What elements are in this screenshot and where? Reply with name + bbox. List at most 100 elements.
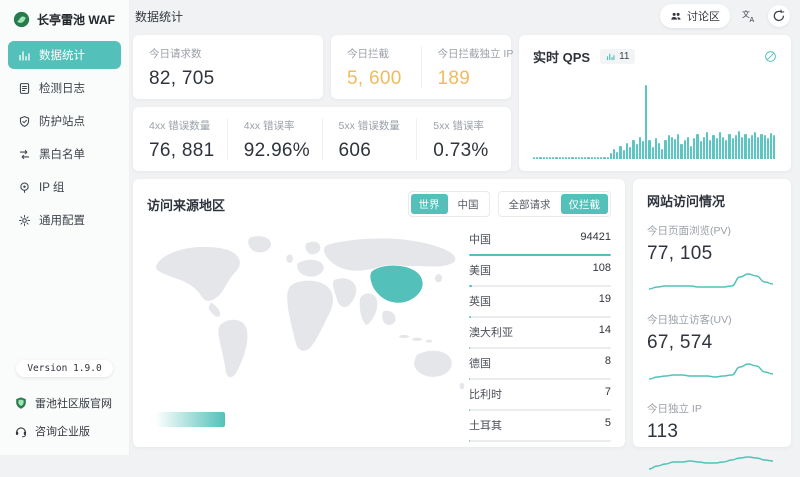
metric-label: 今日页面浏览(PV) (647, 223, 777, 238)
qps-bar (594, 157, 596, 159)
country-bar-fill (469, 316, 471, 318)
sidebar-item-logs[interactable]: 检测日志 (8, 74, 121, 102)
sidebar-item-ip-group[interactable]: IP 组 (8, 173, 121, 201)
country-row-top: 澳大利亚14 (469, 324, 611, 340)
qps-bar (543, 157, 545, 159)
gear-icon (18, 214, 31, 227)
country-value: 19 (599, 293, 611, 309)
logout-icon[interactable] (768, 5, 790, 27)
refresh-icon[interactable] (764, 50, 777, 63)
qps-bar (728, 134, 730, 159)
qps-bar (613, 149, 615, 159)
country-bar-track (469, 254, 611, 256)
qps-bar (754, 132, 756, 159)
app-logo: 长亭雷池 WAF (0, 0, 129, 36)
stat-value: 189 (438, 68, 496, 90)
sidebar-item-config[interactable]: 通用配置 (8, 206, 121, 234)
country-bar-fill (469, 409, 470, 411)
stat-label: 今日拦截独立 IP (438, 46, 496, 61)
qps-bar (674, 139, 676, 159)
toggle-blocked-only[interactable]: 仅拦截 (561, 194, 609, 214)
app-title: 长亭雷池 WAF (37, 11, 115, 28)
qps-bar (732, 138, 734, 159)
qps-bar (767, 138, 769, 159)
sidebar-item-label: IP 组 (39, 179, 64, 195)
map-north-america (156, 246, 240, 301)
qps-bar (642, 141, 644, 159)
map-china-highlight[interactable] (370, 265, 423, 303)
qps-bar (684, 140, 686, 159)
qps-bar (703, 137, 705, 159)
map-india (359, 293, 377, 326)
country-row-top: 土耳其5 (469, 417, 611, 433)
qps-bar (764, 135, 766, 159)
toggle-world[interactable]: 世界 (411, 194, 448, 214)
qps-bar (757, 137, 759, 159)
qps-bar (603, 157, 605, 159)
card-visit-origin: 访问来源地区 世界中国 全部请求仅拦截 (133, 179, 625, 447)
sidebar-link-community-site[interactable]: 雷池社区版官网 (0, 389, 129, 417)
country-name: 澳大利亚 (469, 324, 513, 340)
qps-bar (700, 141, 702, 159)
sidebar-item-stats[interactable]: 数据统计 (8, 41, 121, 69)
metric-value: 113 (647, 421, 777, 443)
sidebar-link-label: 雷池社区版官网 (35, 395, 112, 411)
metric-value: 67, 574 (647, 332, 777, 354)
qps-bar (687, 137, 689, 159)
stat-5xx-count: 5xx 错误数量 606 (322, 118, 417, 160)
metric-label: 今日独立 IP (647, 401, 777, 416)
country-row: 英国19 (469, 293, 611, 318)
country-row-top: 英国19 (469, 293, 611, 309)
qps-bar (664, 140, 666, 159)
sidebar-item-sites[interactable]: 防护站点 (8, 107, 121, 135)
card-error-stats: 4xx 错误数量 76, 881 4xx 错误率 92.96% 5xx 错误数量… (133, 107, 511, 171)
country-bar-track (469, 316, 611, 318)
country-name: 美国 (469, 262, 491, 278)
qps-bar (562, 157, 564, 159)
qps-bar (744, 134, 746, 159)
map-middle-east (333, 278, 357, 308)
country-value: 7 (605, 386, 611, 402)
toggle-all-requests[interactable]: 全部请求 (501, 194, 559, 214)
stat-value: 606 (339, 140, 401, 162)
country-name: 比利时 (469, 386, 502, 402)
app-root: 长亭雷池 WAF 数据统计检测日志防护站点黑白名单IP 组通用配置 Versio… (0, 0, 800, 455)
qps-bar (629, 147, 631, 159)
stat-label: 今日拦截 (347, 46, 405, 61)
site-metric-ip: 今日独立 IP 113 (647, 401, 777, 477)
qps-bar (623, 150, 625, 159)
qps-bar (690, 146, 692, 159)
sidebar-link-enterprise[interactable]: 咨询企业版 (0, 417, 129, 445)
stat-value: 92.96% (244, 140, 306, 162)
language-switch-icon[interactable]: 文A (738, 5, 760, 27)
toggle-group-region: 世界中国 (408, 191, 490, 217)
qps-bar (751, 135, 753, 159)
sidebar-item-lists[interactable]: 黑白名单 (8, 140, 121, 168)
country-row-top: 德国8 (469, 355, 611, 371)
country-row: 比利时 7 (469, 386, 611, 411)
qps-bar (626, 143, 628, 159)
qps-bar (706, 132, 708, 159)
country-name: 德国 (469, 355, 491, 371)
qps-bar (616, 152, 618, 159)
qps-bar (658, 143, 660, 159)
qps-bar (533, 157, 535, 159)
community-button[interactable]: 讨论区 (660, 4, 730, 28)
stat-value: 0.73% (433, 140, 495, 162)
qps-bar (696, 134, 698, 159)
sidebar-link-label: 咨询企业版 (35, 423, 90, 439)
map-australia (413, 350, 452, 377)
country-bar-fill (469, 347, 470, 349)
site-metric-uv: 今日独立访客(UV)67, 574 (647, 312, 777, 388)
stat-5xx-rate: 5xx 错误率 0.73% (416, 118, 511, 160)
qps-bar (539, 157, 541, 159)
qps-bar (668, 135, 670, 159)
country-bar-fill (469, 378, 470, 380)
qps-bar (760, 134, 762, 159)
topbar: 数据统计 讨论区 文A (130, 0, 800, 32)
page-title: 数据统计 (135, 8, 183, 25)
qps-title: 实时 QPS (533, 47, 590, 66)
qps-bar (597, 157, 599, 159)
qps-bar (748, 138, 750, 159)
toggle-china[interactable]: 中国 (450, 194, 487, 214)
